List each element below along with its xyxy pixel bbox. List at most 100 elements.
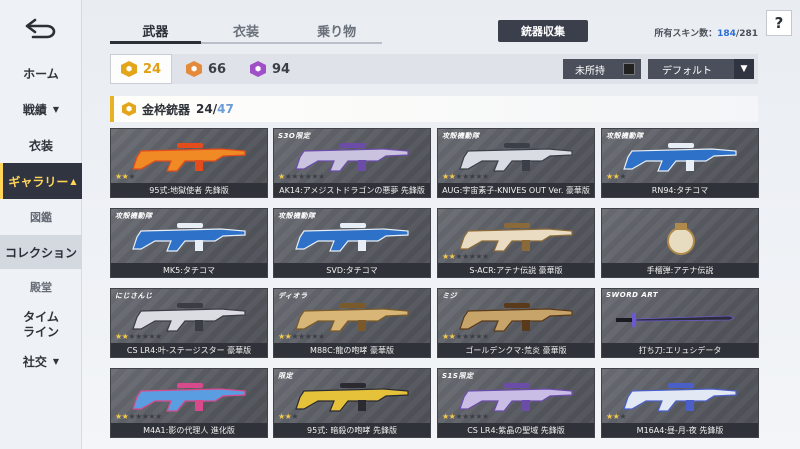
weapon-skin-card[interactable]: ディオラ ★★★★★★★ M88C:龍の咆哮 豪華版 (273, 288, 431, 358)
star-icon: ★ (455, 252, 463, 261)
category-tabs: 武器 衣装 乗り物 (110, 18, 383, 44)
star-icon: ★ (155, 332, 162, 341)
star-icon: ★ (455, 332, 463, 341)
nav-outfits[interactable]: 衣装 (0, 128, 82, 162)
star-icon: ★ (128, 332, 136, 341)
star-icon: ★ (462, 252, 469, 261)
weapon-skin-card[interactable]: ★★★★★★★ M4A1:影の代理人 進化版 (110, 368, 268, 438)
star-icon: ★ (442, 332, 449, 341)
weapon-skin-name: 95式:地獄使者 先鋒版 (111, 183, 267, 197)
star-icon: ★ (442, 252, 449, 261)
chevron-down-icon: ▼ (52, 104, 60, 114)
rarity-purple-count: 94 (272, 61, 291, 77)
weapon-skin-card[interactable]: 攻殻機動隊 MK5:タチコマ (110, 208, 268, 278)
star-icon: ★ (606, 172, 613, 181)
filter-bar: ⬢ 24 ⬢ 66 ⬢ 94 未所持 デフォルト ▼ (110, 54, 758, 84)
weapon-skin-card[interactable]: 攻殻機動隊 ★★★ RN94:タチコマ (601, 128, 759, 198)
help-button[interactable]: ? (766, 10, 792, 36)
star-icon: ★ (482, 172, 489, 181)
star-icon: ★ (128, 412, 136, 421)
star-icon: ★ (128, 172, 136, 181)
weapon-skin-name: 打ち刀:エリュシデータ (602, 343, 758, 357)
nav-stats[interactable]: 戦績 ▼ (0, 92, 82, 126)
nav-home[interactable]: ホーム (0, 56, 82, 90)
rarity-filter-orange[interactable]: ⬢ 66 (176, 54, 238, 84)
star-rating: ★★★★★★★ (442, 252, 489, 261)
back-arrow-icon (25, 18, 56, 39)
weapon-skin-name: M88C:龍の咆哮 豪華版 (274, 343, 430, 357)
rarity-filter-gold[interactable]: ⬢ 24 (110, 54, 172, 84)
weapon-skin-name: M4A1:影の代理人 進化版 (111, 423, 267, 437)
nav-collection-label: コレクション (4, 245, 77, 260)
owned-skins-count: 所有スキン数：184/281 (654, 26, 758, 39)
weapon-skin-card[interactable]: にじさんじ ★★★★★★★ CS LR4:叶-ステージスター 豪華版 (110, 288, 268, 358)
nav-home-label: ホーム (23, 66, 59, 81)
nav-social-label: 社交 (22, 354, 47, 369)
star-icon: ★ (318, 172, 325, 181)
nav-timeline[interactable]: タイム ライン (0, 306, 82, 344)
weapon-skin-name: 手榴弾:アテナ伝説 (602, 263, 758, 277)
weapon-skin-card[interactable]: S1S限定 ★★★★★★★ CS LR4:紫晶の聖域 先鋒版 (437, 368, 595, 438)
nav-collection[interactable]: コレクション (0, 235, 82, 269)
star-rating: ★★★★★★★ (442, 332, 489, 341)
weapon-skin-card[interactable]: 攻殻機動隊 ★★★★★★★ AUG:宇宙素子-KNIVES OUT Ver. 豪華版 (437, 128, 595, 198)
tab-weapons[interactable]: 武器 (110, 18, 201, 44)
nav-gallery[interactable]: ギャラリー ▲ (0, 163, 82, 199)
weapon-image (667, 223, 695, 255)
weapon-skin-card[interactable]: 攻殻機動隊 SVD:タチコマ (273, 208, 431, 278)
star-icon: ★ (291, 332, 299, 341)
orange-badge-icon: ⬢ (186, 61, 202, 77)
tab-outfits[interactable]: 衣装 (200, 18, 292, 44)
tab-vehicles[interactable]: 乗り物 (291, 18, 383, 44)
rarity-filter-purple[interactable]: ⬢ 94 (240, 54, 302, 84)
unowned-toggle[interactable]: 未所持 (563, 59, 641, 79)
weapon-skin-name: MK5:タチコマ (111, 263, 267, 277)
weapon-skin-card[interactable]: ミジ ★★★★★★★ ゴールデンクマ:荒炎 豪華版 (437, 288, 595, 358)
nav-gallery-label: ギャラリー (8, 174, 69, 189)
star-rating: ★★★ (606, 412, 626, 421)
nav-encyclopedia[interactable]: 図鑑 (0, 200, 82, 234)
weapon-skin-card[interactable]: 限定 ★★★ 95式: 暗殺の咆哮 先鋒版 (273, 368, 431, 438)
gold-badge-icon: ⬢ (121, 61, 137, 77)
weapon-image (132, 223, 246, 252)
nav-outfits-label: 衣装 (28, 138, 53, 153)
star-icon: ★ (482, 252, 489, 261)
star-icon: ★ (115, 412, 122, 421)
star-rating: ★★★★★★★ (278, 332, 325, 341)
purple-badge-icon: ⬢ (250, 61, 266, 77)
star-rating: ★★★ (115, 172, 135, 181)
weapon-collection-button[interactable]: 銃器収集 (498, 20, 588, 42)
nav-hall-of-fame[interactable]: 殿堂 (0, 270, 82, 304)
star-icon: ★ (318, 332, 325, 341)
star-icon: ★ (482, 412, 489, 421)
weapon-skin-card[interactable]: ★★★ M16A4:昼-月-夜 先鋒版 (601, 368, 759, 438)
weapon-skin-name: M16A4:昼-月-夜 先鋒版 (602, 423, 758, 437)
nav-social[interactable]: 社交 ▼ (0, 344, 82, 378)
weapon-skin-name: ゴールデンクマ:荒炎 豪華版 (438, 343, 594, 357)
star-icon: ★ (619, 412, 627, 421)
weapon-skin-name: CS LR4:紫晶の聖域 先鋒版 (438, 423, 594, 437)
nav-stats-label: 戦績 (22, 102, 47, 117)
star-icon: ★ (291, 412, 299, 421)
weapon-skin-name: RN94:タチコマ (602, 183, 758, 197)
sort-dropdown[interactable]: デフォルト ▼ (648, 59, 754, 79)
weapon-skin-card[interactable]: SWORD ART 打ち刀:エリュシデータ (601, 288, 759, 358)
star-rating: ★★★★★★★ (115, 412, 162, 421)
chevron-down-icon: ▼ (52, 356, 60, 366)
back-button[interactable] (14, 8, 66, 48)
star-icon: ★ (462, 332, 469, 341)
weapon-skin-card[interactable]: 手榴弾:アテナ伝説 (601, 208, 759, 278)
chevron-down-icon: ▼ (734, 59, 754, 79)
weapon-skin-name: SVD:タチコマ (274, 263, 430, 277)
weapon-skin-card[interactable]: S3O限定 ★★★★★★★ AK14:アメジストドラゴンの悪夢 先鋒版 (273, 128, 431, 198)
star-rating: ★★★ (278, 412, 298, 421)
section-owned-count: 24 (196, 102, 213, 116)
nav-encyclopedia-label: 図鑑 (30, 211, 52, 224)
star-rating: ★★★ (606, 172, 626, 181)
weapon-skin-card[interactable]: ★★★★★★★ S-ACR:アテナ伝説 豪華版 (437, 208, 595, 278)
star-rating: ★★★★★★★ (115, 332, 162, 341)
star-icon: ★ (442, 412, 449, 421)
weapon-skin-card[interactable]: ★★★ 95式:地獄使者 先鋒版 (110, 128, 268, 198)
weapon-image (295, 223, 409, 252)
weapon-skin-name: AUG:宇宙素子-KNIVES OUT Ver. 豪華版 (438, 183, 594, 197)
